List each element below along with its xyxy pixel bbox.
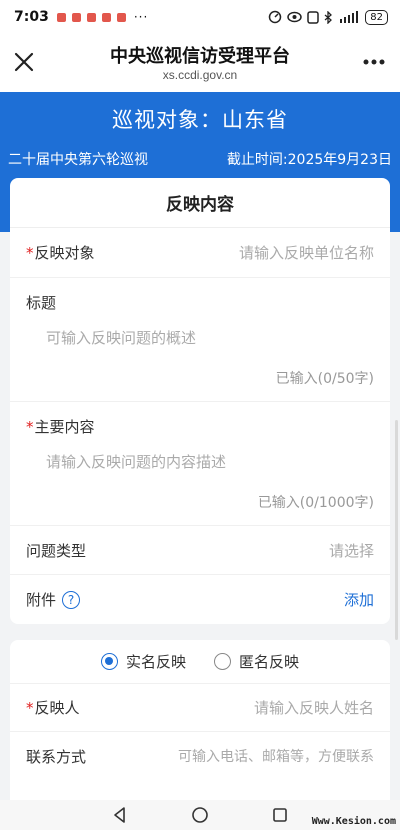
- add-attachment-button[interactable]: 添加: [344, 589, 374, 610]
- battery-icon: 82: [365, 9, 388, 25]
- required-mark: *: [26, 244, 34, 262]
- signal-icon: [340, 11, 359, 23]
- required-mark: *: [26, 699, 34, 717]
- report-content-card: 反映内容 *反映对象 请输入反映单位名称 标题 可输入反映问题的概述 已输入(0…: [10, 178, 390, 624]
- content-input[interactable]: 请输入反映问题的内容描述: [46, 451, 374, 472]
- card-title: 反映内容: [10, 178, 390, 228]
- inspection-target: 巡视对象：山东省: [112, 108, 288, 132]
- anonymous-radio[interactable]: 匿名反映: [214, 651, 299, 672]
- problem-type-select[interactable]: 请选择: [329, 540, 374, 561]
- problem-type-row[interactable]: 问题类型 请选择: [10, 526, 390, 575]
- title-counter: 已输入(0/50字): [275, 371, 374, 387]
- content-block: *主要内容 请输入反映问题的内容描述 已输入(0/1000字): [10, 402, 390, 526]
- content-counter: 已输入(0/1000字): [257, 495, 374, 511]
- notification-icon: [86, 12, 96, 22]
- attachment-row: 附件 ? 添加: [10, 575, 390, 624]
- more-notifications-icon: ···: [133, 10, 149, 24]
- report-mode-group: 实名反映 匿名反映: [10, 640, 390, 684]
- radio-checked-icon: [100, 653, 118, 670]
- anonymous-label: 匿名反映: [239, 653, 300, 671]
- target-label: *反映对象: [26, 244, 95, 262]
- notification-icon: [71, 12, 81, 22]
- target-row[interactable]: *反映对象 请输入反映单位名称: [10, 228, 390, 278]
- problem-type-label: 问题类型: [26, 541, 87, 560]
- real-name-radio[interactable]: 实名反映: [100, 651, 186, 672]
- back-icon[interactable]: [111, 806, 129, 824]
- recents-icon[interactable]: [271, 806, 289, 824]
- contact-input[interactable]: 可输入电话、邮箱等，方便联系: [178, 746, 374, 766]
- title-label: 标题: [26, 294, 57, 312]
- notification-icon: [101, 12, 111, 22]
- title-block: 标题 可输入反映问题的概述 已输入(0/50字): [10, 278, 390, 402]
- reporter-label: *反映人: [26, 699, 80, 717]
- required-mark: *: [26, 418, 34, 436]
- reporter-row[interactable]: *反映人 请输入反映人姓名: [10, 684, 390, 732]
- close-icon[interactable]: [10, 48, 38, 76]
- content-label: *主要内容: [26, 418, 95, 436]
- home-icon[interactable]: [191, 806, 209, 824]
- inspection-round: 二十届中央第六轮巡视: [8, 152, 148, 168]
- title-input[interactable]: 可输入反映问题的概述: [46, 327, 374, 348]
- attachment-label: 附件: [26, 591, 57, 609]
- status-time: 7:03: [14, 9, 49, 25]
- page-url: xs.ccdi.gov.cn: [162, 68, 238, 82]
- speed-icon: [269, 10, 282, 24]
- real-name-label: 实名反映: [125, 653, 186, 671]
- notification-icon: [56, 12, 66, 22]
- nfc-icon: [307, 10, 320, 24]
- reporter-input[interactable]: 请输入反映人姓名: [254, 697, 374, 718]
- watermark: Www.Kesion.com: [311, 816, 396, 827]
- more-icon[interactable]: [362, 58, 386, 66]
- reporter-card: 实名反映 匿名反映 *反映人 请输入反映人姓名 联系方式 可输入电话、邮箱等，方…: [10, 640, 390, 800]
- status-bar: 7:03 ··· 82: [0, 0, 400, 34]
- nav-bar: 中央巡视信访受理平台 xs.ccdi.gov.cn: [0, 34, 400, 92]
- contact-label: 联系方式: [26, 747, 87, 766]
- page-title: 中央巡视信访受理平台: [110, 46, 290, 67]
- inspection-deadline: 截止时间:2025年9月23日: [226, 152, 392, 168]
- eye-icon: [287, 11, 303, 23]
- target-input[interactable]: 请输入反映单位名称: [239, 242, 374, 263]
- contact-row[interactable]: 联系方式 可输入电话、邮箱等，方便联系: [10, 732, 390, 780]
- notification-icon: [116, 12, 126, 22]
- help-icon[interactable]: ?: [62, 590, 81, 609]
- radio-unchecked-icon: [214, 653, 231, 670]
- scrollbar[interactable]: [395, 420, 398, 640]
- bluetooth-icon: [324, 10, 333, 24]
